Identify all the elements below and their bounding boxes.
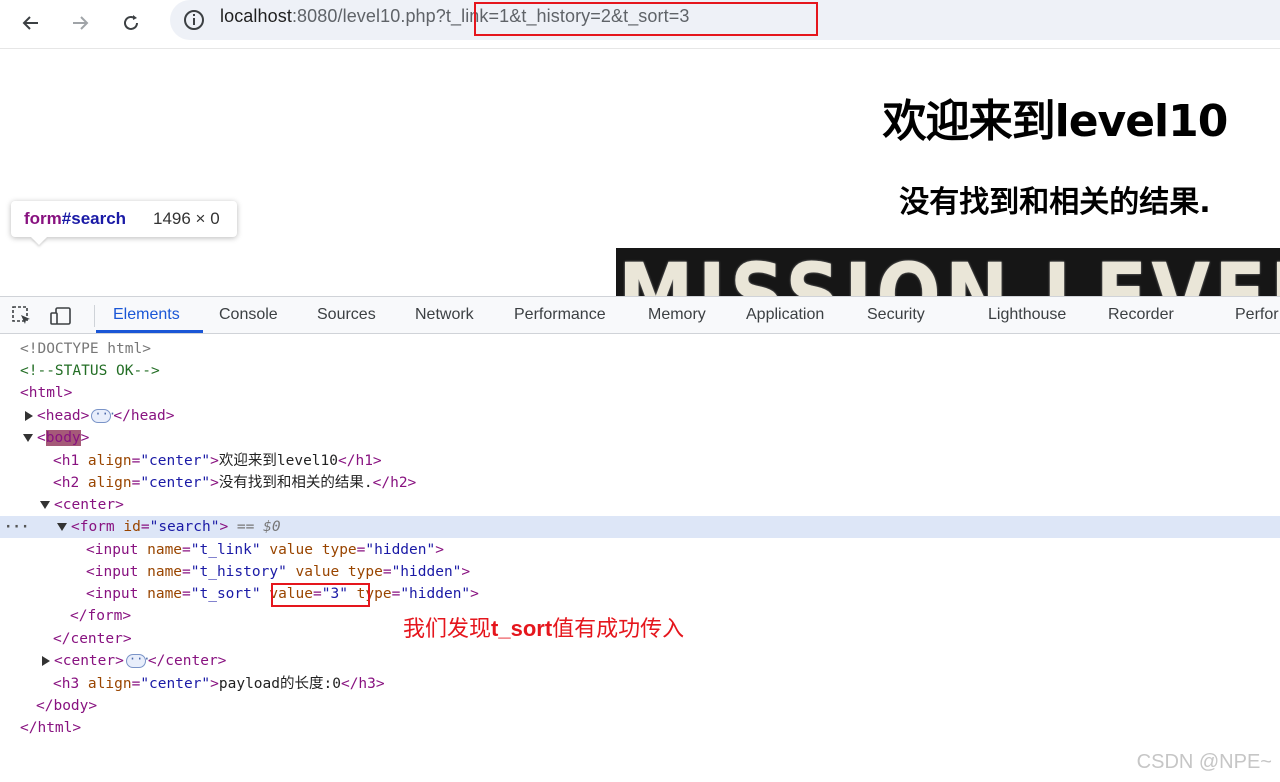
tab-console[interactable]: Console xyxy=(219,306,278,324)
dom-line-h1[interactable]: <h1 align="center">欢迎来到level10</h1> xyxy=(53,450,382,472)
dom-line-input-t-link[interactable]: <input name="t_link" value type="hidden"… xyxy=(86,539,444,561)
collapse-arrow-icon[interactable] xyxy=(40,501,50,509)
arrow-left-icon xyxy=(22,16,38,30)
inspect-tooltip: form#search 1496 × 0 xyxy=(11,201,237,237)
dom-line-form-close[interactable]: </form> xyxy=(70,605,131,627)
collapse-arrow-icon[interactable] xyxy=(23,434,33,442)
tab-sources[interactable]: Sources xyxy=(317,306,376,324)
tooltip-size: 1496 × 0 xyxy=(153,209,220,228)
dom-line-center-collapsed[interactable]: <center></center> xyxy=(42,648,226,672)
expand-arrow-icon[interactable] xyxy=(42,656,50,666)
dom-line-input-t-history[interactable]: <input name="t_history" value type="hidd… xyxy=(86,561,470,583)
tab-memory[interactable]: Memory xyxy=(648,306,706,324)
dom-line-comment[interactable]: <!--STATUS OK--> xyxy=(20,360,160,382)
tab-security[interactable]: Security xyxy=(867,306,925,324)
page-heading-h1: 欢迎来到level10 xyxy=(882,96,1229,147)
tab-network[interactable]: Network xyxy=(415,306,474,324)
tab-application[interactable]: Application xyxy=(746,306,824,324)
back-button[interactable] xyxy=(14,6,48,40)
dom-line-center[interactable]: <center> xyxy=(40,494,124,516)
ellipsis-icon[interactable] xyxy=(91,403,116,425)
tab-lighthouse[interactable]: Lighthouse xyxy=(988,306,1066,324)
reload-button[interactable] xyxy=(114,6,148,40)
mission-banner-text: MISSION LEVEL xyxy=(618,248,1280,296)
mission-banner-image: MISSION LEVEL xyxy=(616,248,1280,296)
tab-elements[interactable]: Elements xyxy=(113,306,180,324)
toolbar-divider xyxy=(94,305,95,327)
tooltip-selector: form#search xyxy=(24,209,127,228)
dom-line-head[interactable]: <head></head> xyxy=(25,403,175,427)
dom-line-html-close[interactable]: </html> xyxy=(20,717,81,739)
arrow-right-icon xyxy=(73,16,89,30)
active-tab-indicator xyxy=(96,330,203,333)
expand-arrow-icon[interactable] xyxy=(25,411,33,421)
dom-line-h3[interactable]: <h3 align="center">payload的长度:0</h3> xyxy=(53,673,385,695)
elements-dom-tree: ··· <!DOCTYPE html> <!--STATUS OK--> <ht… xyxy=(0,334,1280,782)
info-icon[interactable] xyxy=(182,8,206,32)
tab-performance[interactable]: Performance xyxy=(514,306,606,324)
device-toolbar-icon[interactable] xyxy=(50,305,72,327)
value-attr-highlight xyxy=(271,583,370,607)
browser-toolbar: localhost:8080/level10.php?t_link=1&t_hi… xyxy=(0,0,1280,49)
page-heading-h2: 没有找到和相关的结果. xyxy=(899,185,1211,220)
tab-performance-insights[interactable]: Perfor xyxy=(1235,306,1279,324)
reload-icon xyxy=(124,15,138,30)
dom-line-h2[interactable]: <h2 align="center">没有找到和相关的结果.</h2> xyxy=(53,472,416,494)
row-actions-icon[interactable]: ··· xyxy=(4,516,29,538)
dom-line-body[interactable]: <body> xyxy=(23,427,89,449)
ellipsis-icon[interactable] xyxy=(125,648,151,670)
collapse-arrow-icon[interactable] xyxy=(57,523,67,531)
forward-button[interactable] xyxy=(63,6,97,40)
watermark: CSDN @NPE~ xyxy=(1136,751,1272,773)
dom-line-center-close[interactable]: </center> xyxy=(53,628,132,650)
url-query-highlight xyxy=(474,2,818,36)
page-viewport: 欢迎来到level10 没有找到和相关的结果. MISSION LEVEL fo… xyxy=(0,49,1280,296)
dom-line-doctype[interactable]: <!DOCTYPE html> xyxy=(20,338,151,360)
tab-recorder[interactable]: Recorder xyxy=(1108,306,1174,324)
inspect-element-icon[interactable] xyxy=(11,305,33,327)
dom-line-form-selected[interactable]: <form id="search"> == $0 xyxy=(57,516,281,538)
dom-line-body-close[interactable]: </body> xyxy=(36,695,97,717)
dom-line-html[interactable]: <html> xyxy=(20,382,72,404)
devtools-tabbar: Elements Console Sources Network Perform… xyxy=(0,296,1280,334)
annotation-note: 我们发现t_sort值有成功传入 xyxy=(403,616,685,642)
